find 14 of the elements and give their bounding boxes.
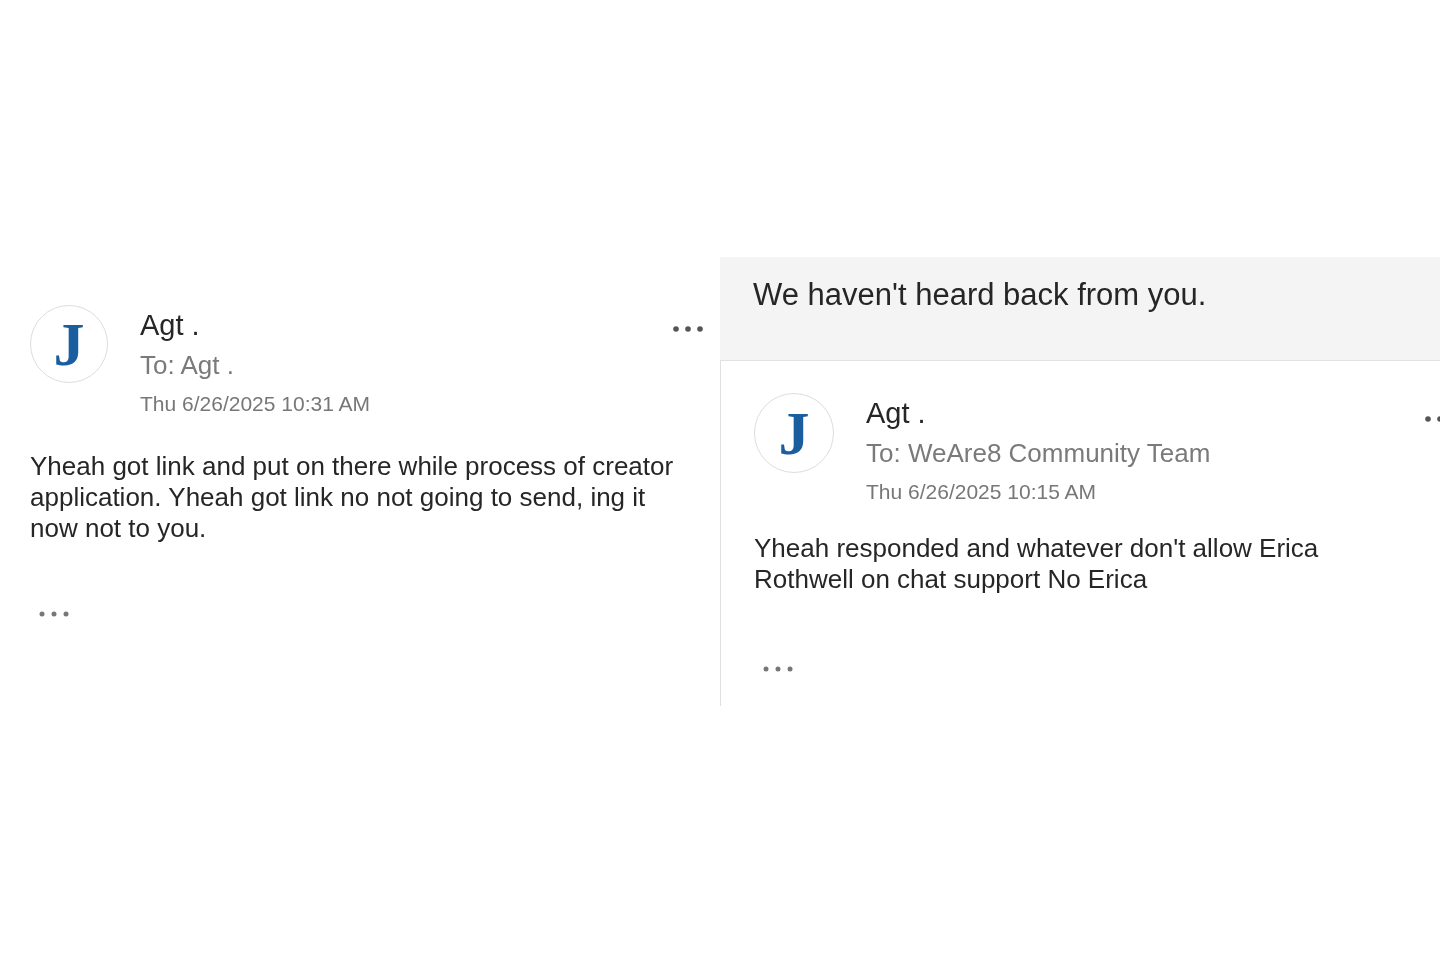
recipient-line: To: WeAre8 Community Team bbox=[866, 437, 1211, 470]
expand-icon[interactable] bbox=[38, 610, 70, 618]
more-options-icon[interactable] bbox=[672, 325, 704, 333]
expand-icon[interactable] bbox=[762, 665, 794, 673]
message-date: Thu 6/26/2025 10:31 AM bbox=[140, 391, 370, 417]
avatar: J bbox=[30, 305, 108, 383]
banner-text: We haven't heard back from you. bbox=[753, 277, 1207, 313]
sender-name: Agt . bbox=[866, 396, 927, 431]
message-body: Yheah responded and whatever don't allow Erica Rothwell on chat support No Erica bbox=[754, 533, 1320, 595]
sender-name: Agt . bbox=[140, 308, 201, 343]
message-body: Yheah got link and put on there while process of creator application. Yheah got link no not going to send, ing it now not to you. bbox=[30, 451, 675, 544]
message-date: Thu 6/26/2025 10:15 AM bbox=[866, 479, 1097, 505]
recipient-line: To: Agt . bbox=[140, 349, 235, 382]
avatar: J bbox=[754, 393, 834, 473]
